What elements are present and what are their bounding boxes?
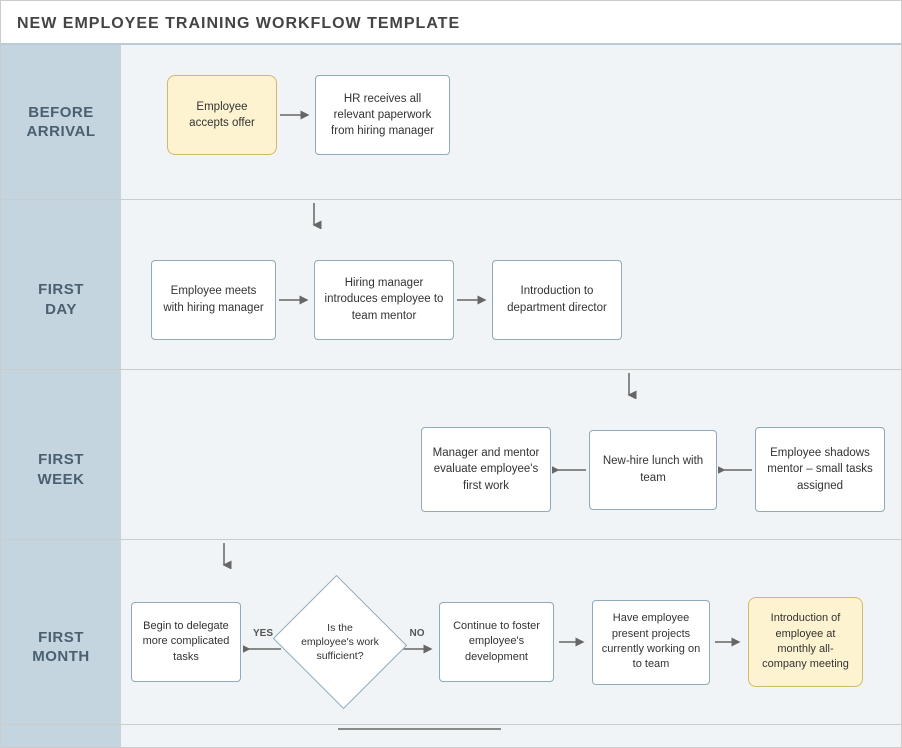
divider-1 (1, 200, 901, 230)
arrow-icon-4 (552, 462, 588, 478)
label-yes: YES (253, 628, 273, 639)
section-first-week: FIRSTWEEK Manager and mentor evaluate em… (1, 400, 901, 540)
box-continue-foster: Continue to foster employee's developmen… (439, 602, 554, 682)
box-hr-receives: HR receives all relevant paperwork from … (315, 75, 450, 155)
label-before-arrival: BEFOREARRIVAL (1, 45, 121, 199)
box-employee-accepts: Employee accepts offer (167, 75, 277, 155)
arrow-icon-7 (713, 634, 745, 650)
arrow-icon-3 (455, 292, 491, 308)
box-employee-shadows: Employee shadows mentor – small tasks as… (755, 427, 885, 512)
loop-arrow-svg (121, 725, 901, 747)
workflow: BEFOREARRIVAL Employee accepts offer HR … (1, 45, 901, 747)
down-arrow-icon-1 (306, 201, 322, 229)
arrow-right-7 (710, 634, 748, 650)
label-no: NO (410, 628, 425, 639)
v-arrow-1 (306, 200, 322, 230)
content-first-month: Begin to delegate more complicated tasks… (121, 570, 901, 724)
section-before-arrival: BEFOREARRIVAL Employee accepts offer HR … (1, 45, 901, 200)
arrow-right-1 (277, 107, 315, 123)
down-arrow-icon-3 (216, 541, 232, 569)
diamond-text: Is the employee's work sufficient? (296, 621, 384, 664)
label-first-week: FIRSTWEEK (1, 400, 121, 539)
section-first-day: FIRSTDAY Employee meets with hiring mana… (1, 230, 901, 370)
box-employee-meets: Employee meets with hiring manager (151, 260, 276, 340)
page-title: NEW EMPLOYEE TRAINING WORKFLOW TEMPLATE (17, 15, 885, 33)
down-arrow-icon-2 (621, 371, 637, 399)
arrow-icon-5 (718, 462, 754, 478)
page: NEW EMPLOYEE TRAINING WORKFLOW TEMPLATE … (0, 0, 902, 748)
label-first-month: FIRSTMONTH (1, 570, 121, 724)
box-manager-mentor: Manager and mentor evaluate employee's f… (421, 427, 551, 512)
v-arrow-2 (621, 370, 637, 400)
box-intro-director: Introduction to department director (492, 260, 622, 340)
box-hiring-introduces: Hiring manager introduces employee to te… (314, 260, 454, 340)
arrow-left-1 (551, 462, 589, 478)
section-first-month: FIRSTMONTH Begin to delegate more compli… (1, 570, 901, 725)
arrow-icon-1 (278, 107, 314, 123)
divider-3 (1, 540, 901, 570)
box-begin-delegate: Begin to delegate more complicated tasks (131, 602, 241, 682)
divider-2 (1, 370, 901, 400)
box-new-hire-lunch: New-hire lunch with team (589, 430, 717, 510)
arrow-right-2 (276, 292, 314, 308)
label-first-day: FIRSTDAY (1, 230, 121, 369)
arrow-left-2 (717, 462, 755, 478)
content-before-arrival: Employee accepts offer HR receives all r… (121, 45, 901, 199)
v-arrow-3 (216, 540, 232, 570)
content-first-week: Manager and mentor evaluate employee's f… (121, 400, 901, 539)
arrow-right-6 (554, 634, 592, 650)
arrow-right-3 (454, 292, 492, 308)
box-diamond: Is the employee's work sufficient? (285, 592, 395, 692)
arrow-icon-6 (557, 634, 589, 650)
bottom-loop-row (1, 725, 901, 747)
arrow-icon-2 (277, 292, 313, 308)
box-have-employee: Have employee present projects currently… (592, 600, 710, 685)
content-first-day: Employee meets with hiring manager Hirin… (121, 230, 901, 369)
title-bar: NEW EMPLOYEE TRAINING WORKFLOW TEMPLATE (1, 1, 901, 45)
box-intro-monthly: Introduction of employee at monthly all-… (748, 597, 863, 687)
